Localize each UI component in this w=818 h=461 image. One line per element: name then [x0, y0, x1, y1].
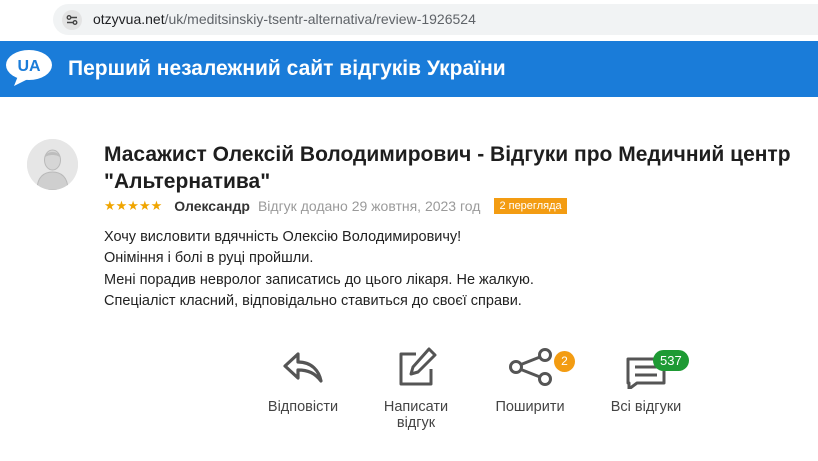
site-info-icon[interactable] [62, 10, 82, 30]
user-silhouette-icon [27, 139, 78, 190]
browser-toolbar: otzyvua.net/uk/meditsinskiy-tsentr-alter… [0, 0, 818, 41]
share-nodes-icon [509, 348, 552, 386]
review-meta: ★★★★★ Олександр Відгук додано 29 жовтня,… [104, 197, 567, 215]
url-path: /uk/meditsinskiy-tsentr-alternativa/revi… [164, 11, 476, 27]
site-tagline[interactable]: Перший незалежний сайт відгуків України [68, 57, 506, 81]
url-text[interactable]: otzyvua.net/uk/meditsinskiy-tsentr-alter… [93, 11, 476, 27]
reply-button[interactable]: Відповісти [262, 345, 344, 415]
reply-arrow-icon [283, 352, 323, 383]
pencil-square-icon [399, 347, 437, 386]
rating-stars: ★★★★★ [104, 198, 163, 213]
review-title: Масажист Олексій Володимирович - Відгуки… [104, 143, 791, 193]
review-author[interactable]: Олександр [174, 198, 250, 214]
write-review-line2: відгук [396, 415, 436, 431]
review-line: Спеціаліст класний, відповідально ставит… [104, 292, 522, 309]
all-reviews-label: Всі відгуки [610, 399, 682, 415]
share-count-badge: 2 [554, 351, 575, 372]
all-reviews-count-badge: 537 [653, 350, 689, 371]
logo-text: UA [17, 58, 41, 75]
review-line: Мені порадив невролог записатись до цьог… [104, 271, 534, 288]
review-line: Хочу висловити вдячність Олексію Володим… [104, 229, 462, 245]
review-line: Оніміння і болі в руці пройшли. [104, 250, 314, 267]
url-host: otzyvua.net [93, 11, 165, 27]
review-actions: Відповісти Написати відгук Поширити 2 Всі… [0, 345, 818, 455]
write-review-label: Написати відгук [374, 399, 458, 431]
views-badge: 2 перегляда [494, 198, 567, 214]
write-review-button[interactable]: Написати відгук [374, 345, 458, 431]
reply-label: Відповісти [267, 399, 339, 415]
review-body: Хочу висловити вдячність Олексію Володим… [104, 227, 784, 312]
avatar [27, 139, 78, 190]
site-logo[interactable]: UA [4, 48, 54, 88]
review-date: Відгук додано 29 жовтня, 2023 год [257, 198, 481, 214]
share-label: Поширити [495, 399, 565, 415]
write-review-line1: Написати [383, 399, 449, 415]
